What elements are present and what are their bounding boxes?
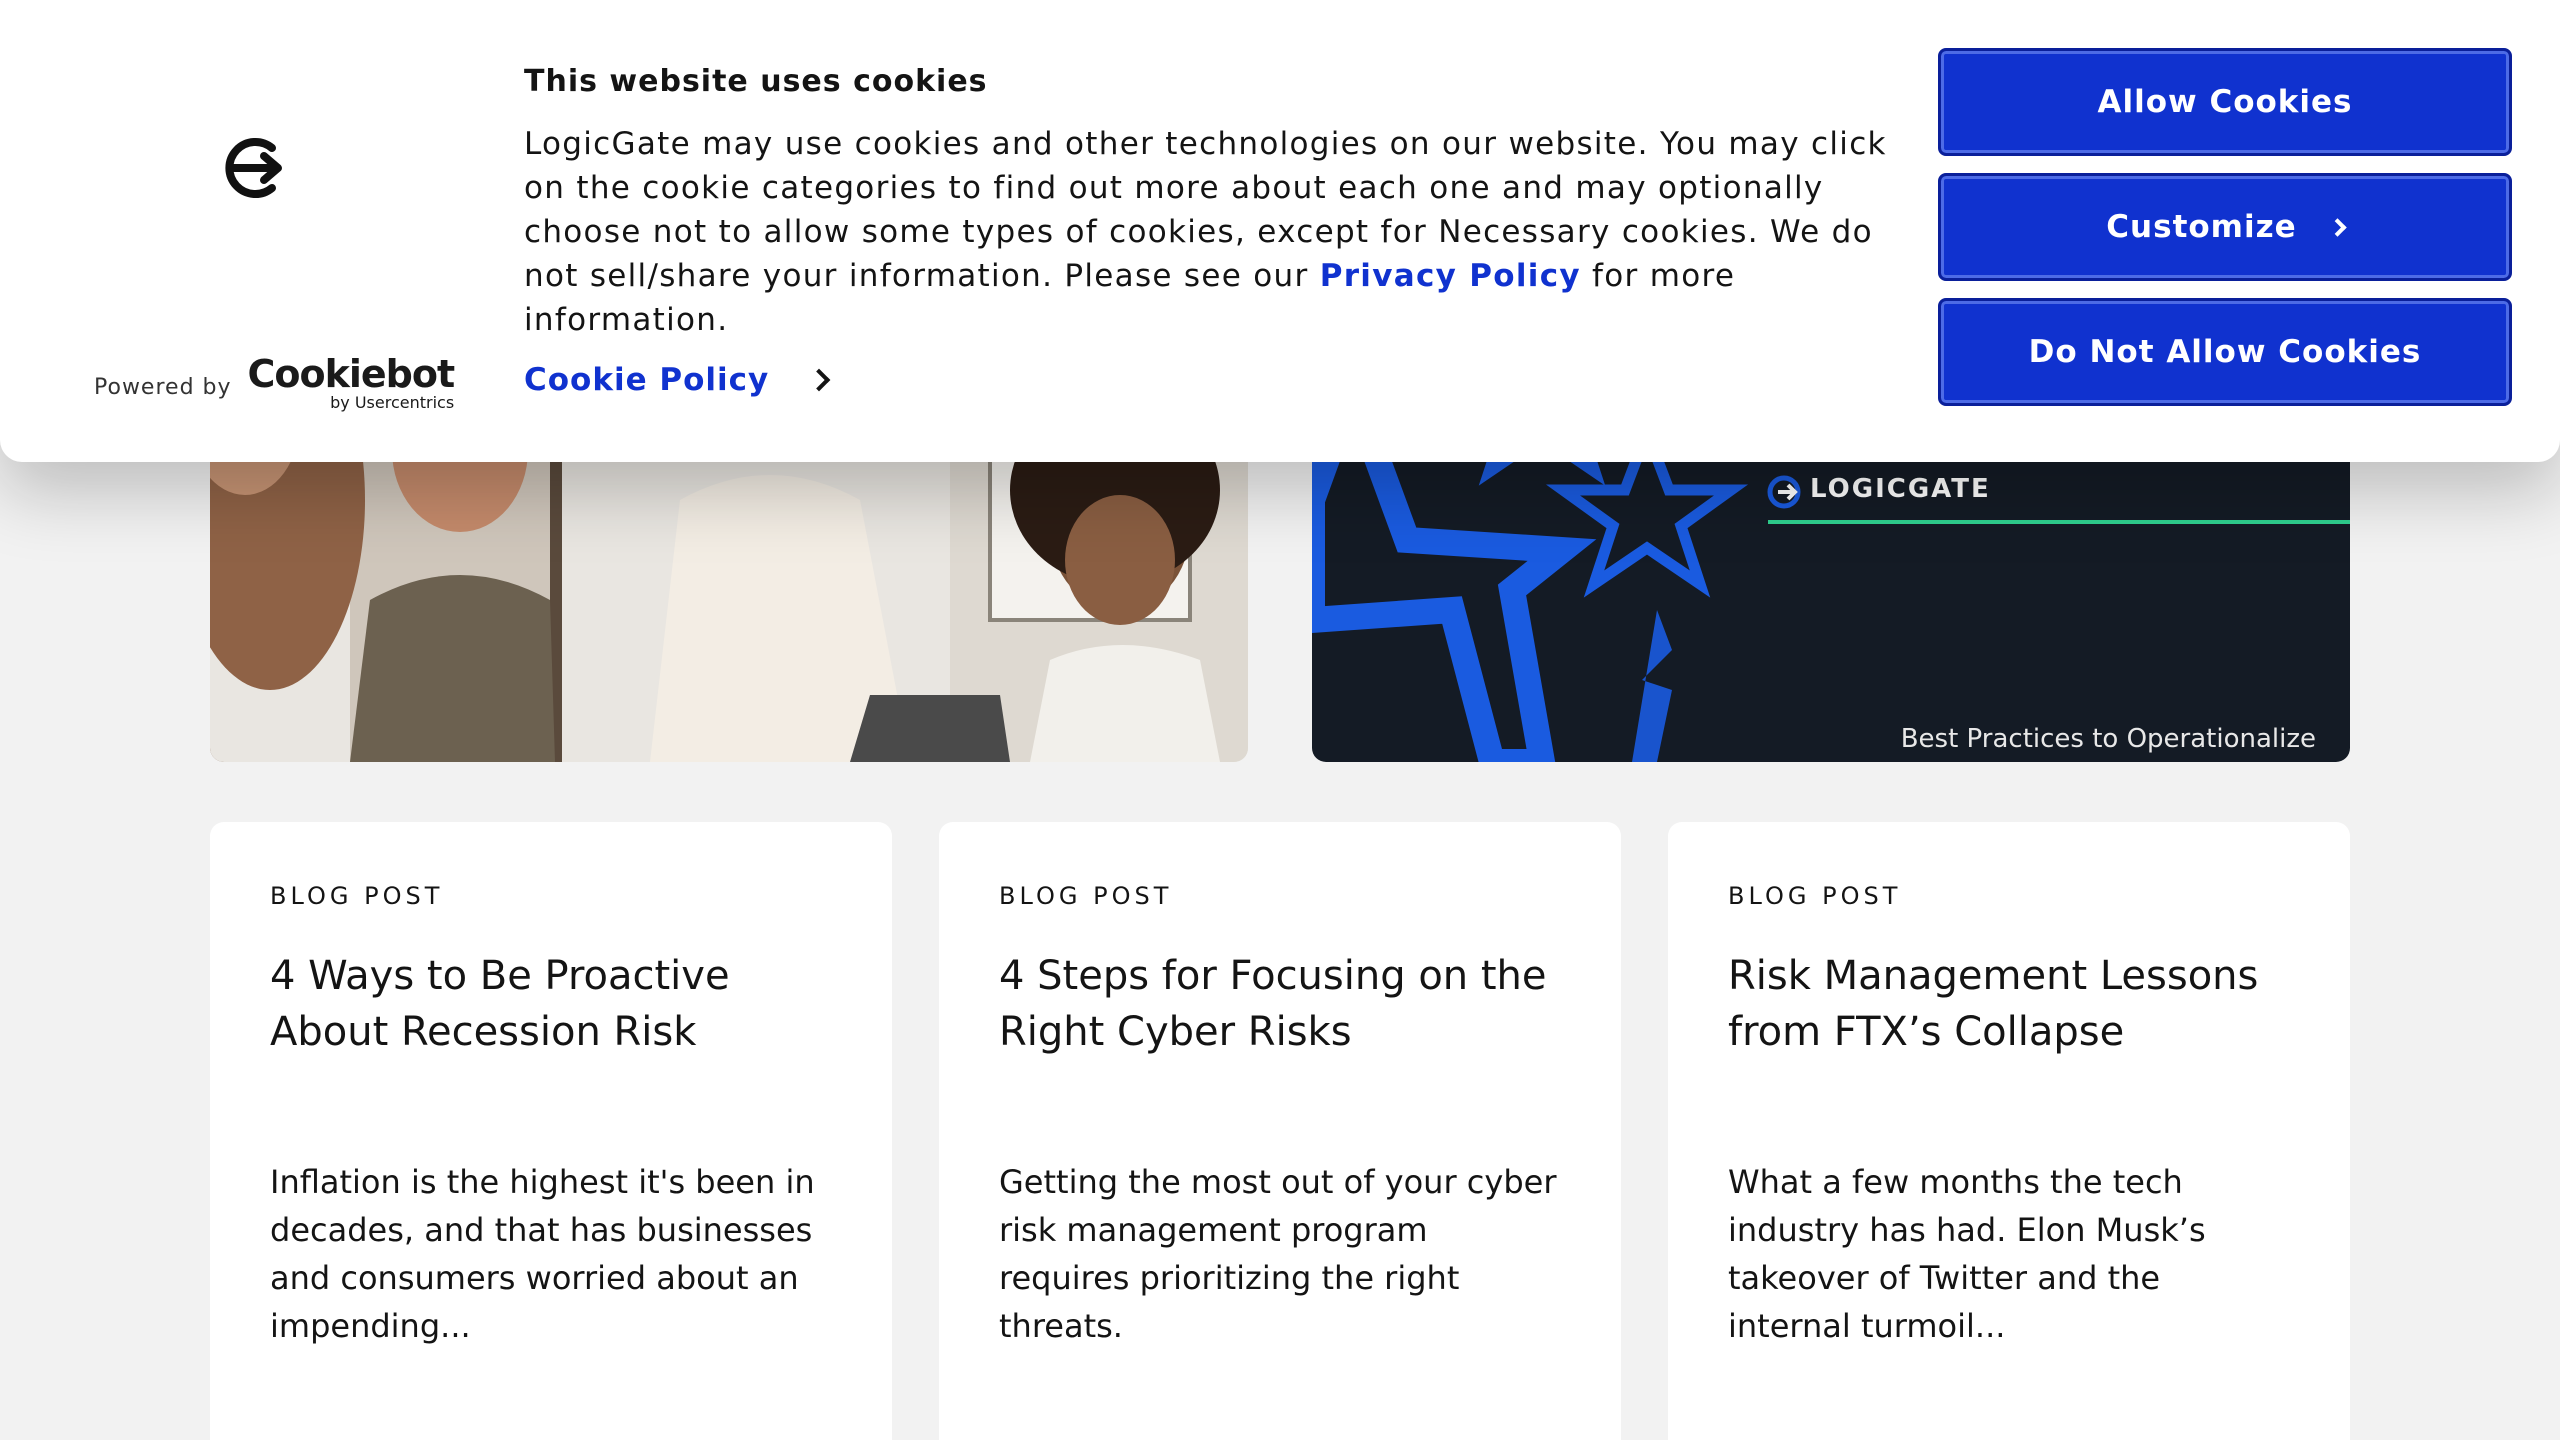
allow-cookies-label: Allow Cookies bbox=[2097, 84, 2353, 120]
cookie-consent-banner: Powered by Cookiebot by Usercentrics Thi… bbox=[0, 0, 2560, 462]
powered-by-text: Powered by bbox=[94, 375, 232, 400]
article-card[interactable]: BLOG POST Risk Management Lessons from F… bbox=[1668, 822, 2350, 1440]
privacy-policy-link[interactable]: Privacy Policy bbox=[1320, 258, 1581, 294]
cookiebot-logo-text: Cookiebot bbox=[247, 352, 456, 396]
cookie-policy-link[interactable]: Cookie Policy bbox=[524, 362, 831, 398]
cookie-banner-body: LogicGate may use cookies and other tech… bbox=[524, 122, 1904, 342]
featured-brand-label: LOGICGATE bbox=[1810, 474, 1991, 504]
chevron-right-icon bbox=[807, 368, 831, 392]
customize-button[interactable]: Customize bbox=[1938, 173, 2512, 281]
cookiebot-logo-subtext: by Usercentrics bbox=[330, 393, 455, 412]
card-excerpt: What a few months the tech industry has … bbox=[1728, 1163, 2206, 1345]
card-tag: BLOG POST bbox=[999, 882, 1173, 910]
customize-label: Customize bbox=[2106, 209, 2297, 245]
article-card[interactable]: BLOG POST 4 Ways to Be Proactive About R… bbox=[210, 822, 892, 1440]
powered-by-cookiebot[interactable]: Powered by Cookiebot by Usercentrics bbox=[94, 352, 456, 412]
card-title[interactable]: Risk Management Lessons from FTX’s Colla… bbox=[1728, 948, 2290, 1158]
card-tag: BLOG POST bbox=[1728, 882, 1902, 910]
chevron-right-icon bbox=[2327, 217, 2347, 237]
card-excerpt: Inflation is the highest it's been in de… bbox=[270, 1163, 815, 1345]
cookiebot-logo: Cookiebot by Usercentrics bbox=[247, 352, 456, 412]
card-title[interactable]: 4 Ways to Be Proactive About Recession R… bbox=[270, 948, 832, 1158]
article-card[interactable]: BLOG POST 4 Steps for Focusing on the Ri… bbox=[939, 822, 1621, 1440]
page: LOGICGATE Best Practices to Operationali… bbox=[0, 0, 2560, 1440]
card-title[interactable]: 4 Steps for Focusing on the Right Cyber … bbox=[999, 948, 1561, 1158]
card-excerpt: Getting the most out of your cyber risk … bbox=[999, 1163, 1557, 1345]
allow-cookies-button[interactable]: Allow Cookies bbox=[1938, 48, 2512, 156]
cookie-banner-title: This website uses cookies bbox=[524, 64, 988, 99]
featured-caption: Best Practices to Operationalize bbox=[1900, 724, 2316, 754]
logicgate-logo-icon bbox=[1767, 475, 1801, 509]
do-not-allow-cookies-button[interactable]: Do Not Allow Cookies bbox=[1938, 298, 2512, 406]
cookie-policy-label: Cookie Policy bbox=[524, 362, 770, 398]
logicgate-logo-icon bbox=[225, 138, 282, 198]
do-not-allow-label: Do Not Allow Cookies bbox=[2028, 334, 2422, 370]
card-tag: BLOG POST bbox=[270, 882, 444, 910]
